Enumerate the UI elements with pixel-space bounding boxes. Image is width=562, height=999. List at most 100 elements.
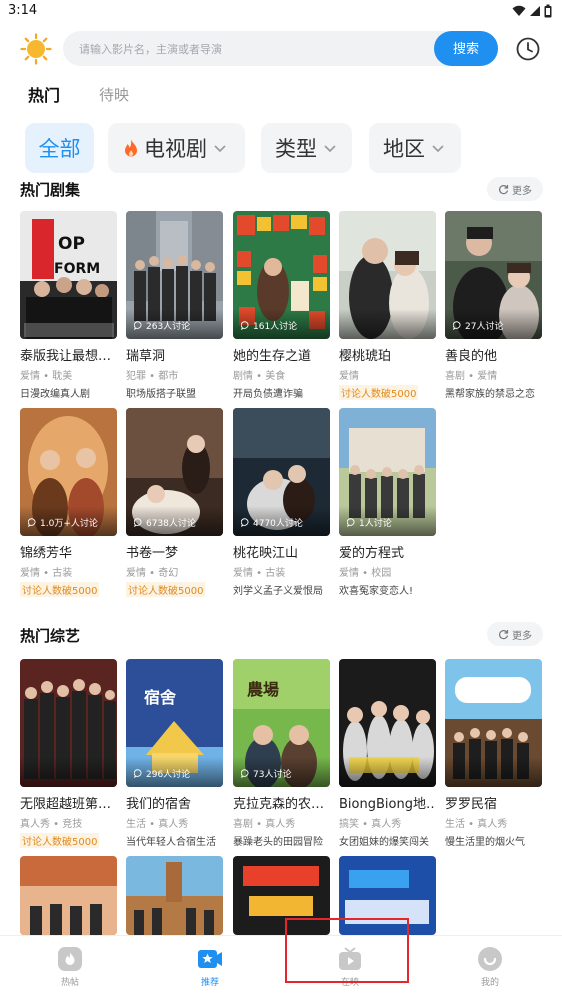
card-genre: 爱情 [339,371,359,382]
card-title: BiongBiong地… [339,797,436,812]
hot-badge: 讨论人数破5000 [20,582,100,597]
tab-hot[interactable]: 热门 [28,82,60,106]
poster-image [20,659,117,787]
filter-all[interactable]: 全部 [25,123,94,173]
chevron-down-icon [324,145,336,153]
poster-image [445,659,542,787]
face-icon [478,947,502,971]
card-desc: 黑帮家族的禁忌之恋 [445,389,535,400]
poster-image: 農場 73人讨论 [233,659,330,787]
tab-upcoming[interactable]: 待映 [99,84,129,105]
card-genre: 爱情 • 古装 [233,568,286,579]
discussion-count: 6738人讨论 [134,516,196,529]
card-desc: 欢喜冤家变恋人! [339,586,414,597]
card-title: 瑞草洞 [126,349,166,364]
bottom-nav: 热帖 推荐 在映 我的 [0,935,562,999]
poster-image: 4770人讨论 [233,408,330,536]
variety-card[interactable] [126,856,223,935]
comment-icon [453,321,461,330]
drama-card[interactable]: 27人讨论 善良的他 喜剧 • 爱情 黑帮家族的禁忌之恋 [445,211,542,400]
card-title: 书卷一梦 [126,546,179,561]
poster-image: OP FORM [20,211,117,339]
nav-hot-posts[interactable]: 热帖 [35,946,105,988]
filter-region[interactable]: 地区 [369,123,461,173]
drama-card[interactable]: 263人讨论 瑞草洞 犯罪 • 都市 职场版搭子联盟 [126,211,223,400]
card-desc: 当代年轻人合宿生活 [126,837,216,848]
variety-card[interactable]: 宿舍 296人讨论 我们的宿舍 生活 • 真人秀 当代年轻人合宿生活 [126,659,223,848]
hot-badge: 讨论人数破5000 [20,833,100,848]
svg-text:宿舍: 宿舍 [144,688,177,707]
status-time: 3:14 [8,3,38,18]
card-title: 无限超越班第… [20,797,112,812]
drama-card[interactable]: 樱桃琥珀 爱情 讨论人数破5000 [339,211,436,401]
discussion-count: 27人讨论 [453,319,503,332]
chevron-down-icon [432,145,444,153]
card-genre: 爱情 • 奇幻 [126,568,179,579]
drama-card[interactable]: OP FORM 泰版我让最想… 爱情 • 耽美 日漫改编真人剧 [20,211,117,400]
drama-card[interactable]: 1.0万+人讨论 锦绣芳华 爱情 • 古装 讨论人数破5000 [20,408,117,598]
card-genre: 喜剧 • 真人秀 [233,819,296,830]
discussion-count: 296人讨论 [134,767,190,780]
card-title: 锦绣芳华 [20,546,73,561]
card-genre: 生活 • 真人秀 [126,819,189,830]
card-desc: 日漫改编真人剧 [20,389,90,400]
history-clock-icon[interactable] [515,36,541,62]
card-desc: 职场版搭子联盟 [126,389,196,400]
poster-image: 宿舍 296人讨论 [126,659,223,787]
card-desc: 刘学义孟子义爱恨局 [233,586,323,597]
status-bar: 3:14 [0,0,562,24]
comment-icon [134,518,142,527]
variety-card[interactable]: 无限超越班第… 真人秀 • 竞技 讨论人数破5000 [20,659,117,849]
discussion-count: 73人讨论 [241,767,291,780]
card-title: 爱的方程式 [339,546,405,561]
search-button[interactable]: 搜索 [434,31,498,66]
variety-card[interactable]: 罗罗民宿 生活 • 真人秀 慢生活里的烟火气 [445,659,542,848]
card-genre: 爱情 • 校园 [339,568,392,579]
card-genre: 爱情 • 耽美 [20,371,73,382]
discussion-count: 161人讨论 [241,319,297,332]
card-desc: 女团姐妹的爆笑闯关 [339,837,429,848]
hot-badge: 讨论人数破5000 [126,582,206,597]
variety-card[interactable]: BiongBiong地… 搞笑 • 真人秀 女团姐妹的爆笑闯关 [339,659,436,848]
discussion-count: 4770人讨论 [241,516,303,529]
more-drama-button[interactable]: 更多 [487,177,543,201]
more-drama-label: 更多 [512,185,532,197]
search-input[interactable]: 请输入影片名，主演或者导演 [79,41,222,57]
filter-all-label: 全部 [38,137,81,161]
hot-badge: 讨论人数破5000 [339,385,419,400]
drama-card[interactable]: 6738人讨论 书卷一梦 爱情 • 奇幻 讨论人数破5000 [126,408,223,598]
highlight-box [285,918,409,983]
nav-profile[interactable]: 我的 [455,946,525,988]
card-genre: 犯罪 • 都市 [126,371,179,382]
poster-image: 263人讨论 [126,211,223,339]
refresh-icon [499,184,509,194]
star-ticket-icon [198,950,222,968]
comment-icon [241,321,249,330]
filter-tv-series[interactable]: 电视剧 [108,123,245,173]
poster-image: 6738人讨论 [126,408,223,536]
card-genre: 喜剧 • 爱情 [445,371,498,382]
card-genre: 搞笑 • 真人秀 [339,819,402,830]
card-title: 樱桃琥珀 [339,349,392,364]
card-title: 我们的宿舍 [126,797,192,812]
section-title-variety: 热门综艺 [20,627,81,645]
nav-recommend[interactable]: 推荐 [175,946,245,988]
drama-card[interactable]: 4770人讨论 桃花映江山 爱情 • 古装 刘学义孟子义爱恨局 [233,408,330,597]
comment-icon [134,321,142,330]
card-title: 罗罗民宿 [445,797,498,812]
variety-card[interactable]: 農場 73人讨论 克拉克森的农… 喜剧 • 真人秀 暴躁老头的田园冒险 [233,659,330,848]
weather-sun-icon [20,33,52,65]
comment-icon [347,518,355,527]
card-genre: 生活 • 真人秀 [445,819,508,830]
poster-image [126,856,223,935]
refresh-icon [499,629,509,639]
card-desc: 开局负债遭诈骗 [233,389,303,400]
filter-type[interactable]: 类型 [261,123,352,173]
wifi-icon [512,5,526,16]
variety-card[interactable] [20,856,117,935]
more-variety-button[interactable]: 更多 [487,622,543,646]
search-box[interactable]: 请输入影片名，主演或者导演 搜索 [63,31,498,66]
discussion-count: 1人讨论 [347,516,392,529]
drama-card[interactable]: 1人讨论 爱的方程式 爱情 • 校园 欢喜冤家变恋人! [339,408,436,597]
drama-card[interactable]: 161人讨论 她的生存之道 剧情 • 美食 开局负债遭诈骗 [233,211,330,400]
